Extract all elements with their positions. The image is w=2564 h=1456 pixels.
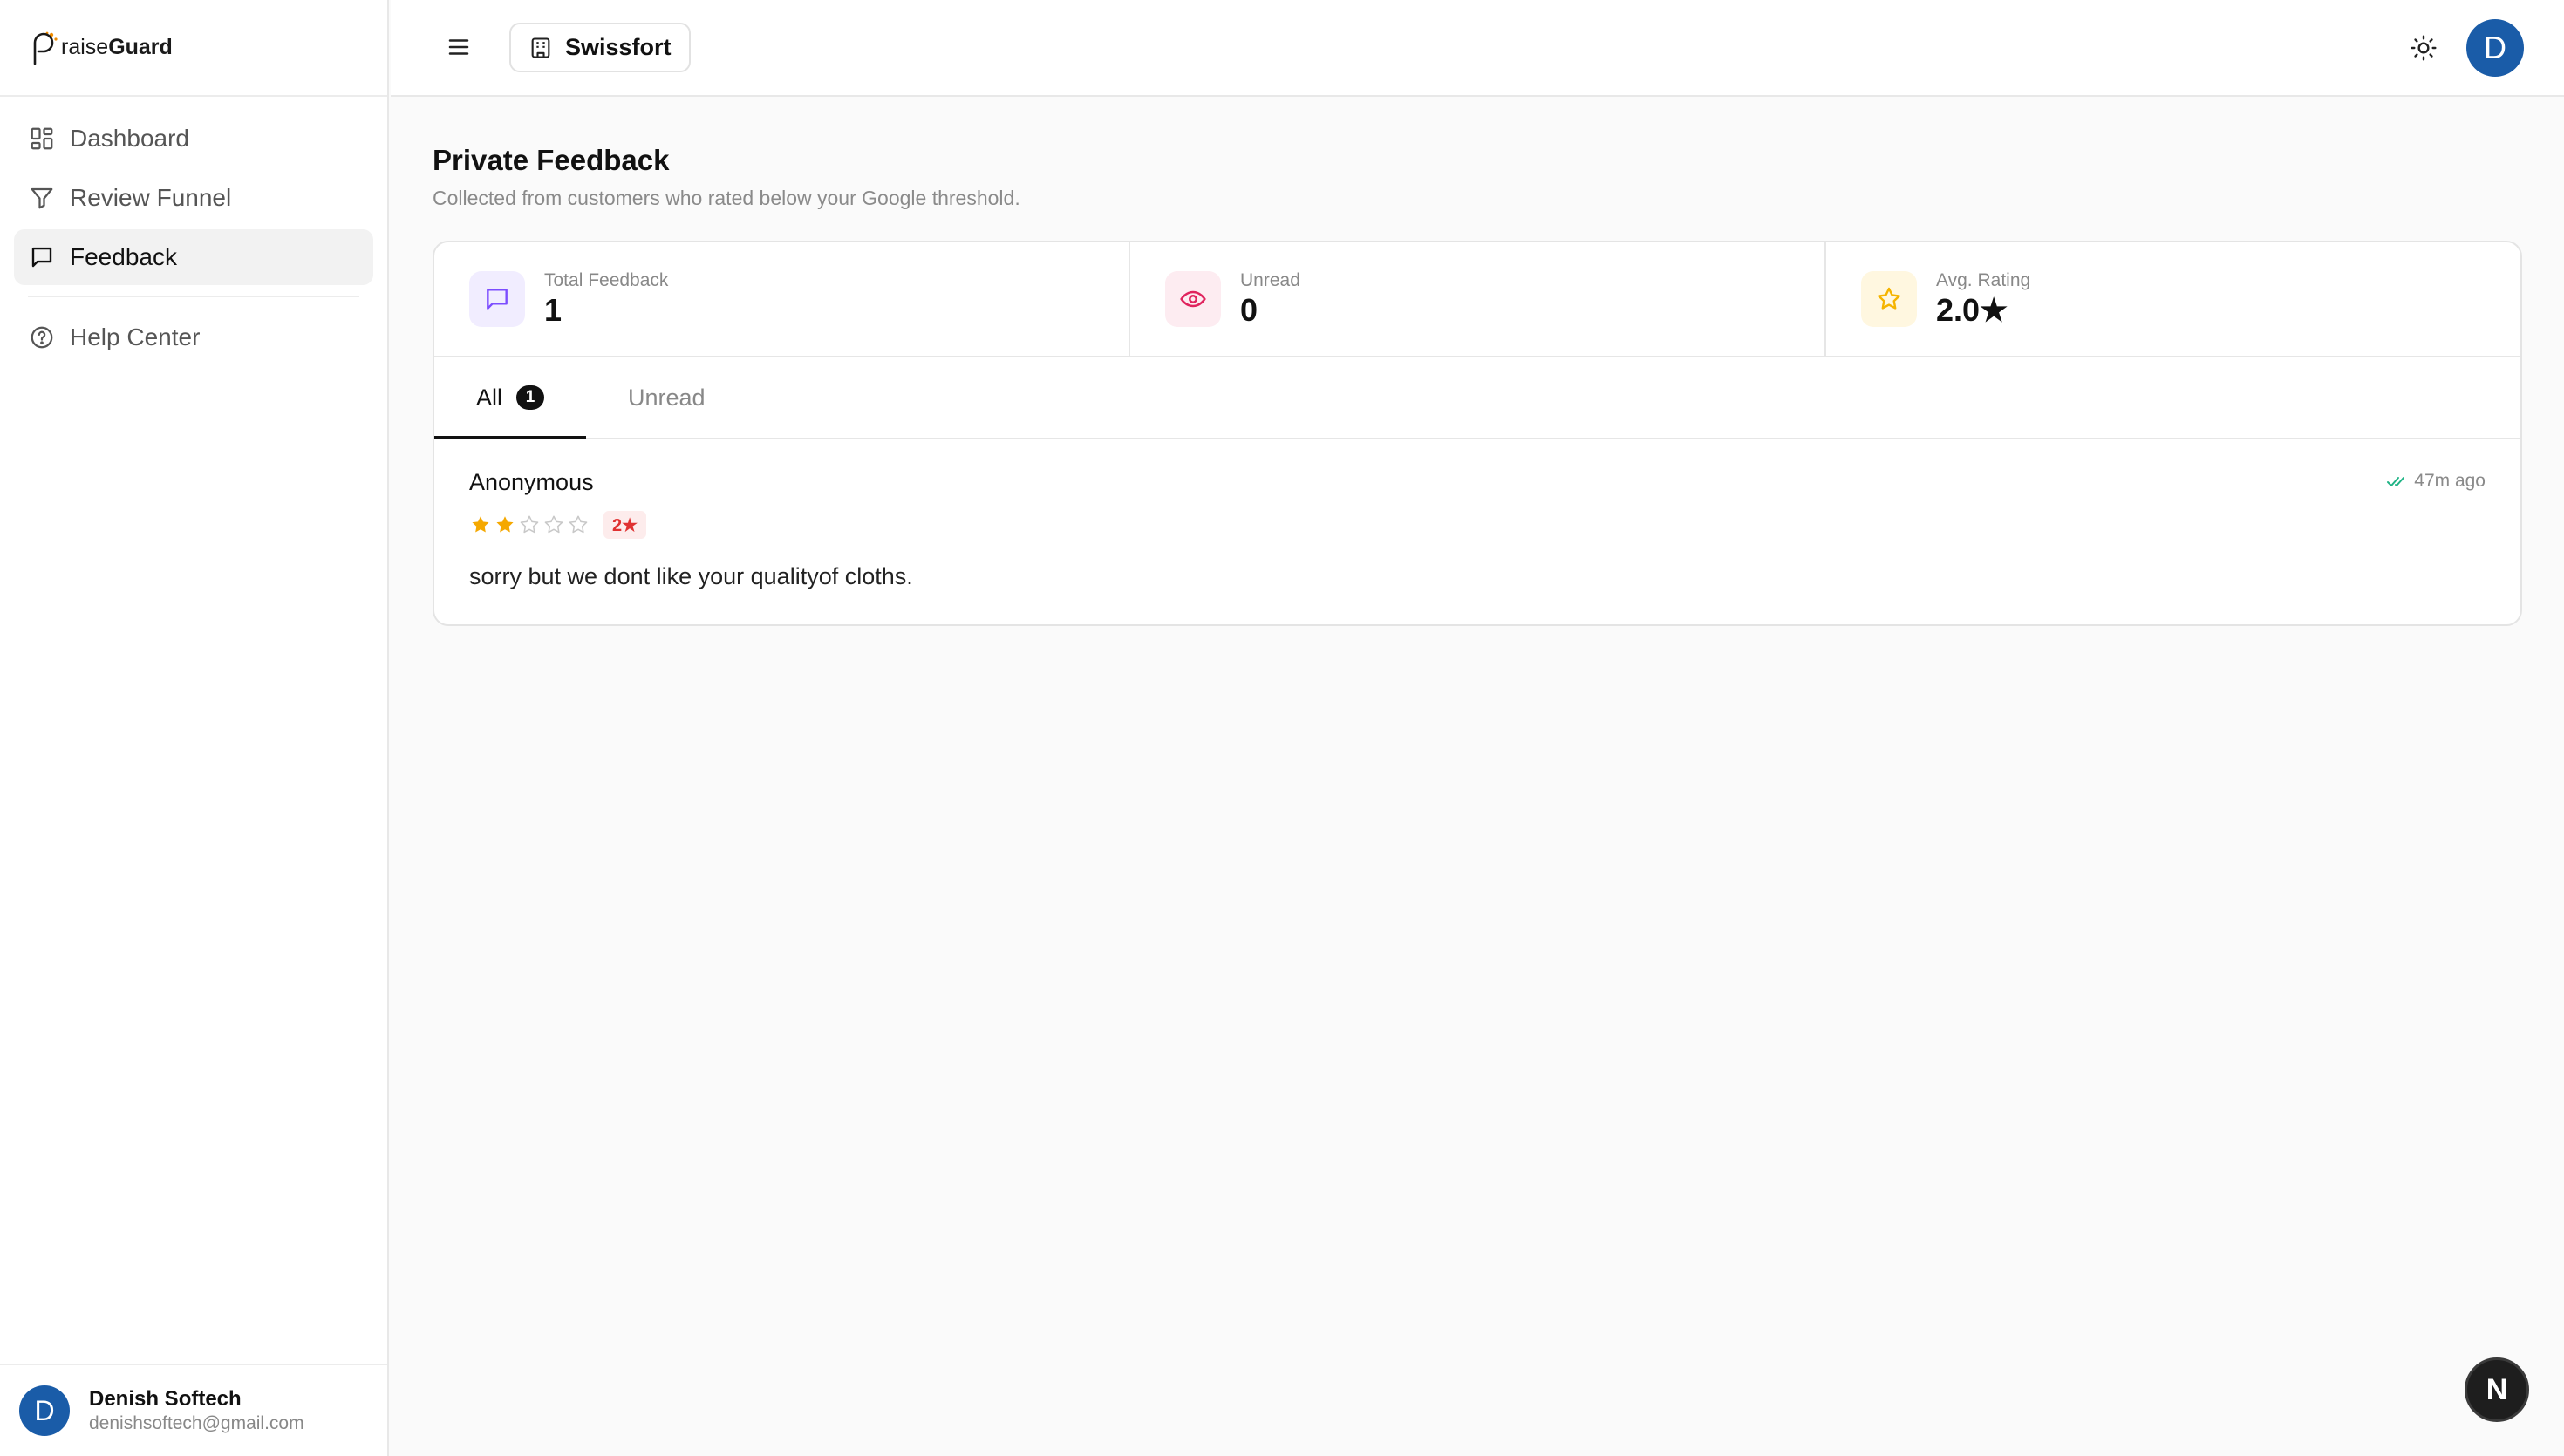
stat-value: 0 xyxy=(1240,292,1258,328)
sidebar-item-label: Feedback xyxy=(70,243,177,270)
user-profile[interactable]: D Denish Softech denishsoftech@gmail.com xyxy=(0,1364,387,1456)
top-header: Swissfort D xyxy=(391,0,2564,97)
stat-label: Unread xyxy=(1240,270,1300,290)
feedback-text: sorry but we dont like your qualityof cl… xyxy=(469,563,913,589)
sidebar-item-feedback[interactable]: Feedback xyxy=(14,229,373,285)
feedback-author: Anonymous xyxy=(469,469,594,495)
help-circle-icon xyxy=(28,323,56,351)
business-selector-button[interactable]: Swissfort xyxy=(509,23,691,72)
theme-toggle-button[interactable] xyxy=(2407,31,2440,65)
layout-grid-icon xyxy=(28,125,56,153)
sidebar-item-review-funnel[interactable]: Review Funnel xyxy=(14,170,373,226)
avatar: D xyxy=(19,1385,70,1436)
business-name: Swissfort xyxy=(565,34,672,60)
brand-name: raise Guard xyxy=(61,35,173,60)
brand-suffix: Guard xyxy=(108,35,173,59)
feedback-card: Total Feedback 1 Unread 0 Avg. Rating 2.… xyxy=(433,241,2522,626)
user-email: denishsoftech@gmail.com xyxy=(89,1413,304,1433)
page-title: Private Feedback xyxy=(433,144,670,176)
brand-logo[interactable]: raise Guard xyxy=(0,0,387,97)
star-empty-icon xyxy=(567,514,590,536)
page-heading: Private Feedback Collected from customer… xyxy=(433,141,2522,211)
logo-mark-icon xyxy=(28,31,59,65)
tab-unread[interactable]: Unread xyxy=(586,357,747,438)
tab-label: All xyxy=(476,384,503,411)
eye-icon xyxy=(1165,271,1221,327)
stat-label: Total Feedback xyxy=(544,270,669,290)
message-square-icon xyxy=(28,243,56,271)
nav-divider xyxy=(28,296,359,297)
user-meta: Denish Softech denishsoftech@gmail.com xyxy=(89,1386,304,1435)
menu-icon xyxy=(448,39,469,55)
stat-avg-rating: Avg. Rating 2.0★ xyxy=(1826,242,2520,356)
sidebar-item-label: Review Funnel xyxy=(70,184,232,211)
sidebar-item-help-center[interactable]: Help Center xyxy=(14,310,373,365)
double-check-icon xyxy=(2386,471,2407,492)
timestamp-label: 47m ago xyxy=(2414,471,2486,491)
star-empty-icon xyxy=(518,514,541,536)
star-empty-icon xyxy=(542,514,565,536)
building-icon xyxy=(528,36,553,60)
feedback-list-item[interactable]: Anonymous 2★ sorry but we dont like your… xyxy=(434,439,2520,624)
feedback-rating: 2★ xyxy=(469,511,2486,539)
message-square-icon xyxy=(469,271,525,327)
tab-all[interactable]: All 1 xyxy=(434,357,587,439)
stat-total-feedback: Total Feedback 1 xyxy=(434,242,1130,356)
sidebar-item-label: Help Center xyxy=(70,323,201,350)
stat-unread: Unread 0 xyxy=(1130,242,1826,356)
tab-count-badge: 1 xyxy=(516,385,545,410)
brand-prefix: raise xyxy=(61,35,109,59)
page-subtitle: Collected from customers who rated below… xyxy=(433,187,1020,209)
rating-badge: 2★ xyxy=(603,511,647,539)
star-icon xyxy=(1861,271,1917,327)
star-filled-icon xyxy=(469,514,492,536)
star-filled-icon xyxy=(494,514,516,536)
nextjs-dev-badge[interactable]: N xyxy=(2465,1357,2529,1422)
sidebar-item-dashboard[interactable]: Dashboard xyxy=(14,111,373,167)
sidebar-nav: Dashboard Review Funnel Feedback Help Ce… xyxy=(0,97,387,383)
filter-icon xyxy=(28,184,56,212)
feedback-tabs: All 1 Unread xyxy=(434,357,2520,439)
user-name: Denish Softech xyxy=(89,1387,242,1411)
sun-icon xyxy=(2411,35,2437,61)
stat-value: 1 xyxy=(544,292,563,328)
sidebar-item-label: Dashboard xyxy=(70,125,189,152)
sidebar: raise Guard Dashboard Review Funnel Feedb… xyxy=(0,0,389,1456)
feedback-timestamp: 47m ago xyxy=(2386,471,2486,492)
stat-label: Avg. Rating xyxy=(1936,270,2031,290)
tab-label: Unread xyxy=(628,384,706,411)
stats-row: Total Feedback 1 Unread 0 Avg. Rating 2.… xyxy=(434,242,2520,357)
menu-toggle-button[interactable] xyxy=(443,31,474,63)
header-avatar[interactable]: D xyxy=(2466,19,2524,77)
stat-value: 2.0★ xyxy=(1936,292,2008,328)
